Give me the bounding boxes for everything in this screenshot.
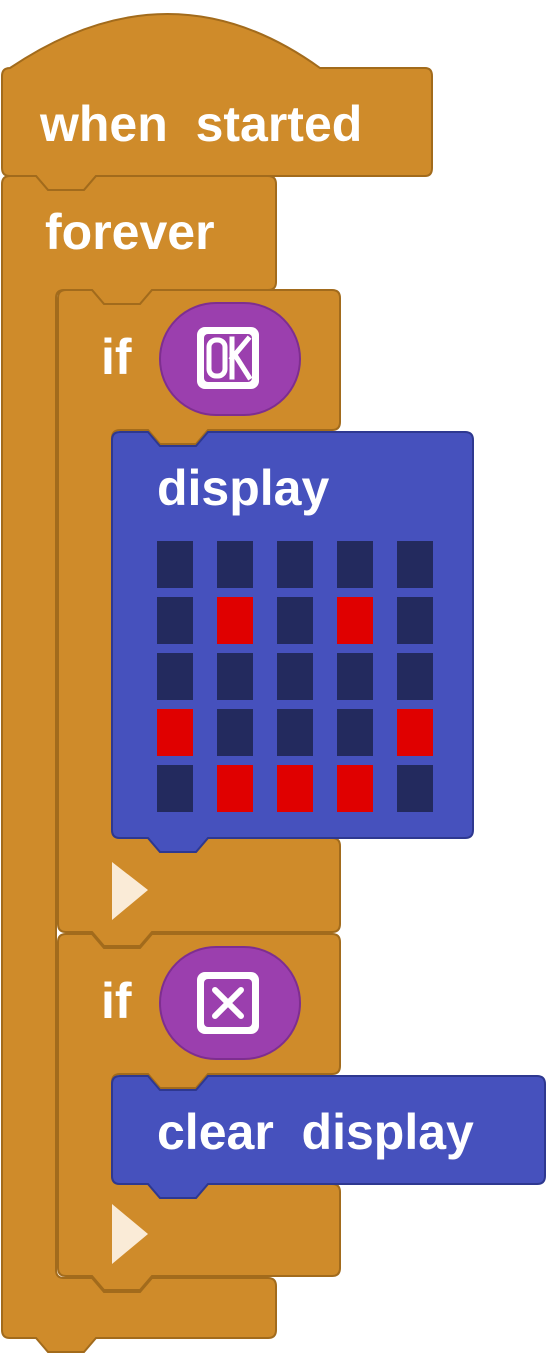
led-cell-r2-c2[interactable] [277,653,313,700]
x-button-icon [197,972,259,1034]
led-cell-r3-c4[interactable] [397,709,433,756]
led-cell-r3-c3[interactable] [337,709,373,756]
led-cell-r1-c2[interactable] [277,597,313,644]
led-cell-r0-c0[interactable] [157,541,193,588]
led-cell-r0-c4[interactable] [397,541,433,588]
if-keyword: if [101,973,132,1029]
led-cell-r1-c0[interactable] [157,597,193,644]
led-cell-r4-c1[interactable] [217,765,253,812]
led-cell-r1-c1[interactable] [217,597,253,644]
led-cell-r3-c0[interactable] [157,709,193,756]
led-cell-r2-c3[interactable] [337,653,373,700]
forever-label: forever [45,204,215,260]
clear-display-block[interactable]: clear display [111,1075,546,1199]
display-block[interactable]: display [111,431,474,853]
program-canvas: when started forever if display if clear… [1,13,546,1353]
clear-display-label: clear display [157,1104,474,1160]
led-cell-r4-c4[interactable] [397,765,433,812]
display-label: display [157,460,329,516]
ok-condition[interactable] [159,302,301,416]
led-cell-r2-c4[interactable] [397,653,433,700]
led-cell-r1-c4[interactable] [397,597,433,644]
x-condition[interactable] [159,946,301,1060]
led-cell-r4-c2[interactable] [277,765,313,812]
when-started-label: when started [39,96,362,152]
led-cell-r1-c3[interactable] [337,597,373,644]
led-cell-r0-c2[interactable] [277,541,313,588]
ok-button-icon [197,327,259,389]
led-cell-r3-c1[interactable] [217,709,253,756]
when-started-block[interactable]: when started [1,13,433,191]
led-cell-r4-c0[interactable] [157,765,193,812]
if-keyword: if [101,329,132,385]
led-cell-r0-c3[interactable] [337,541,373,588]
led-cell-r2-c1[interactable] [217,653,253,700]
led-cell-r3-c2[interactable] [277,709,313,756]
led-cell-r4-c3[interactable] [337,765,373,812]
led-cell-r0-c1[interactable] [217,541,253,588]
led-cell-r2-c0[interactable] [157,653,193,700]
